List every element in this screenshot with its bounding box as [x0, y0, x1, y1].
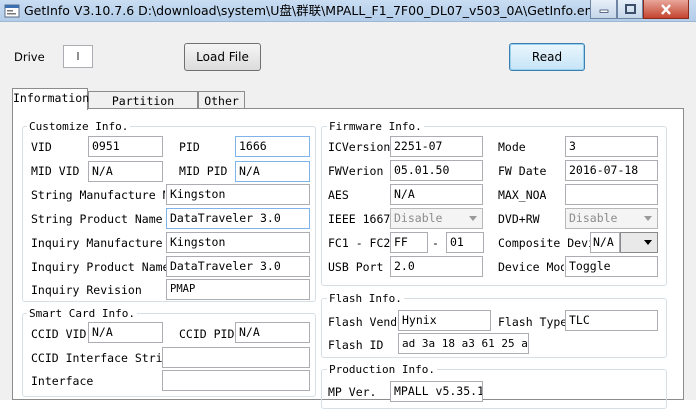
fc2-field[interactable]: 01: [446, 232, 484, 253]
mid-pid-field[interactable]: N/A: [235, 161, 310, 182]
inquiry-revision-field[interactable]: PMAP: [166, 279, 310, 300]
mp-ver-field[interactable]: MPALL v5.35.12: [390, 381, 483, 402]
ccid-pid-field[interactable]: N/A: [235, 322, 310, 343]
flash-id-field[interactable]: ad 3a 18 a3 61 25 ad: [398, 333, 529, 354]
string-manufacture-label: String Manufacture Nam: [31, 188, 165, 202]
tab-information[interactable]: Information: [12, 88, 89, 110]
fc-dash: -: [432, 236, 439, 250]
usb-port-label: USB Port: [328, 260, 384, 274]
chevron-down-icon: [641, 211, 655, 226]
fc1-field[interactable]: FF: [390, 232, 428, 253]
aes-field[interactable]: N/A: [390, 184, 483, 205]
minimize-icon: [599, 9, 608, 13]
mid-vid-field[interactable]: N/A: [88, 161, 163, 182]
production-info-title: Production Info.: [327, 363, 437, 376]
inquiry-product-label: Inquiry Product Name: [31, 260, 170, 274]
flash-vendor-field[interactable]: Hynix: [398, 310, 491, 331]
mid-vid-label: MID VID: [31, 164, 80, 178]
device-mode-label: Device Mod: [498, 260, 564, 274]
window-title: GetInfo V3.10.7.6 D:\download\system\U盘\…: [24, 3, 600, 18]
inquiry-revision-label: Inquiry Revision: [31, 283, 142, 297]
title-bar[interactable]: GetInfo V3.10.7.6 D:\download\system\U盘\…: [0, 0, 696, 22]
ieee-1667-label: IEEE 1667: [328, 212, 391, 226]
pid-label: PID: [179, 140, 200, 154]
minimize-button[interactable]: [590, 0, 617, 19]
composite-device-label: Composite Devic: [498, 236, 590, 250]
ccid-pid-label: CCID PID: [179, 327, 235, 341]
mode-label: Mode: [498, 140, 526, 154]
flash-type-label: Flash Type: [498, 315, 568, 329]
string-product-label: String Product Name: [31, 212, 163, 226]
string-product-field[interactable]: DataTraveler 3.0: [166, 208, 310, 229]
dvd-rw-label: DVD+RW: [498, 212, 540, 226]
flash-id-label: Flash ID: [328, 338, 384, 352]
smart-card-info-title: Smart Card Info.: [27, 307, 137, 320]
inquiry-product-field[interactable]: DataTraveler 3.0: [166, 256, 310, 277]
ccid-vid-field[interactable]: N/A: [88, 322, 163, 343]
chevron-down-icon: [641, 235, 655, 250]
icversion-field[interactable]: 2251-07: [390, 136, 483, 157]
inquiry-manufacture-field[interactable]: Kingston: [166, 232, 310, 253]
pid-field[interactable]: 1666: [235, 136, 310, 157]
drive-label: Drive: [14, 50, 45, 64]
composite-device-select[interactable]: [620, 232, 658, 253]
string-manufacture-field[interactable]: Kingston: [166, 184, 310, 205]
load-file-button[interactable]: Load File: [184, 43, 261, 71]
max-noa-field[interactable]: [565, 184, 658, 205]
flash-info-title: Flash Info.: [327, 292, 404, 305]
aes-label: AES: [328, 188, 349, 202]
icversion-label: ICVersion: [328, 140, 391, 154]
drive-field[interactable]: I: [63, 45, 93, 68]
mode-field[interactable]: 3: [565, 136, 658, 157]
max-noa-label: MAX_NOA: [498, 188, 547, 202]
vid-label: VID: [31, 140, 52, 154]
dvd-rw-value: Disable: [569, 211, 618, 225]
fwversion-label: FWVerion: [328, 164, 384, 178]
read-button[interactable]: Read: [509, 43, 585, 71]
close-button[interactable]: [643, 0, 689, 19]
maximize-icon: [624, 4, 636, 14]
firmware-info-title: Firmware Info.: [327, 120, 424, 133]
app-icon: [4, 3, 20, 19]
ccid-vid-label: CCID VID: [31, 327, 87, 341]
fw-date-field[interactable]: 2016-07-18: [565, 160, 658, 181]
composite-device-field[interactable]: N/A: [590, 232, 620, 253]
usb-port-field[interactable]: 2.0: [390, 256, 483, 277]
ieee-1667-select[interactable]: Disable: [390, 208, 483, 229]
ieee-1667-value: Disable: [394, 211, 443, 225]
maximize-button[interactable]: [617, 0, 643, 19]
vid-field[interactable]: 0951: [88, 136, 163, 157]
chevron-down-icon: [466, 211, 480, 226]
ccid-interface-string-field[interactable]: [162, 347, 310, 368]
flash-type-field[interactable]: TLC: [565, 310, 658, 331]
flash-vendor-label: Flash Vend: [328, 315, 396, 329]
fwversion-field[interactable]: 05.01.50: [390, 160, 483, 181]
fw-date-label: FW Date: [498, 164, 547, 178]
customize-info-title: Customize Info.: [27, 120, 131, 133]
device-mode-field[interactable]: Toggle: [565, 256, 658, 277]
mp-ver-label: MP Ver.: [328, 385, 377, 399]
mid-pid-label: MID PID: [179, 164, 228, 178]
dvd-rw-select[interactable]: Disable: [565, 208, 658, 229]
close-icon: [661, 3, 671, 15]
ccid-interface-string-label: CCID Interface String: [31, 351, 177, 365]
inquiry-manufacture-label: Inquiry Manufacture Nam: [31, 236, 165, 250]
fc-label: FC1 - FC2: [328, 236, 391, 250]
interface-field[interactable]: [162, 370, 310, 391]
interface-label: Interface: [31, 374, 94, 388]
